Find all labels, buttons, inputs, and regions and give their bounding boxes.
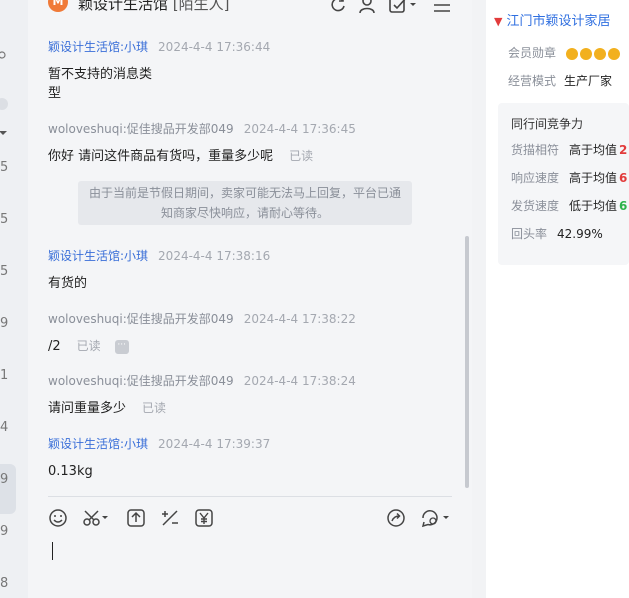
list-count: 9 (0, 472, 9, 487)
link-icon (0, 51, 6, 59)
read-status: 已读 (142, 401, 167, 415)
message: woloveshuqi:促佳搜品开发部049 2024-4-4 17:38:22 … (48, 310, 356, 356)
message: woloveshuqi:促佳搜品开发部049 2024-4-4 17:38:24 … (48, 372, 356, 418)
chat-settings-icon[interactable] (420, 508, 452, 528)
timestamp: 2024-4-4 17:39:37 (158, 437, 271, 451)
input-toolbar (48, 508, 452, 530)
emoji-icon[interactable] (48, 508, 68, 528)
message: woloveshuqi:促佳搜品开发部049 2024-4-4 17:36:45 … (48, 120, 356, 166)
list-dot (0, 98, 8, 110)
message-input-caret[interactable] (52, 542, 53, 560)
competition-title: 同行间竞争力 (511, 117, 584, 131)
list-count: 9 (0, 524, 9, 539)
message-text: 0.13kg (48, 464, 93, 479)
sender-name[interactable]: woloveshuqi:促佳搜品开发部049 (48, 122, 234, 136)
member-medals (564, 46, 621, 60)
yen-icon[interactable] (194, 508, 214, 528)
shop-logo-icon: M (48, 0, 68, 12)
chat-header: M 颖设计生活馆 [陌生人] (28, 0, 472, 22)
timestamp: 2024-4-4 17:38:22 (243, 312, 356, 326)
chat-scrollbar[interactable] (465, 236, 469, 488)
competition-row: 货描相符 高于均值 2 (511, 143, 628, 157)
conversation-list-strip: 5 5 5 9 1 4 9 9 8 (0, 0, 28, 598)
message-text: 有货的 (48, 276, 88, 291)
message: 颖设计生活馆:小琪 2024-4-4 17:38:16 有货的 (48, 247, 270, 293)
message: 颖设计生活馆:小琪 2024-4-4 17:36:44 暂不支持的消息类型 (48, 38, 270, 103)
holiday-notice: 由于当前是节假日期间，卖家可能无法马上回复，平台已通 知商家尽快响应，请耐心等待… (78, 181, 412, 225)
message: 颖设计生活馆:小琪 2024-4-4 17:39:37 0.13kg (48, 435, 270, 481)
medal-icon (580, 47, 593, 60)
share-icon[interactable] (386, 508, 406, 528)
competition-row: 发货速度 低于均值 6 (511, 199, 628, 213)
more-icon[interactable]: ··· (114, 339, 129, 354)
ratio-icon[interactable] (160, 508, 180, 528)
chat-title: 颖设计生活馆 [陌生人] (78, 0, 230, 14)
refresh-icon[interactable] (328, 0, 348, 15)
menu-icon[interactable] (432, 0, 452, 15)
info-row-medal: 会员勋章 (508, 44, 621, 61)
caret-down-icon (0, 131, 7, 135)
sender-name[interactable]: woloveshuqi:促佳搜品开发部049 (48, 312, 234, 326)
company-link[interactable]: ▼ 江门市颖设计家居 (494, 10, 610, 29)
sender-name[interactable]: 颖设计生活馆:小琪 (48, 249, 148, 263)
timestamp: 2024-4-4 17:38:16 (158, 249, 271, 263)
sender-name[interactable]: 颖设计生活馆:小琪 (48, 437, 148, 451)
timestamp: 2024-4-4 17:38:24 (243, 374, 356, 388)
competition-row: 回头率 42.99% (511, 227, 603, 241)
shop-flag-icon: ▼ (494, 15, 503, 28)
message-text: 请问重量多少 已读 (48, 401, 167, 416)
message-text: /2 已读 ··· (48, 337, 356, 356)
list-count: 9 (0, 316, 9, 331)
shop-name: 颖设计生活馆 (78, 0, 169, 13)
user-icon[interactable] (358, 0, 378, 15)
timestamp: 2024-4-4 17:36:44 (158, 40, 271, 54)
timestamp: 2024-4-4 17:36:45 (243, 122, 356, 136)
read-status: 已读 (76, 339, 101, 353)
list-count: 5 (0, 212, 9, 227)
medal-icon (566, 47, 579, 60)
list-count: 4 (0, 420, 9, 435)
list-count: 5 (0, 264, 9, 279)
stranger-tag: [陌生人] (172, 0, 230, 13)
competition-row: 响应速度 高于均值 6 (511, 171, 628, 185)
scissors-icon[interactable] (82, 508, 110, 528)
list-count: 1 (0, 368, 9, 383)
list-count: 8 (0, 576, 9, 591)
shop-info-panel: ▼ 江门市颖设计家居 会员勋章 经营模式 生产厂家 同行间竞争力 货描相符 高于均值 2… (486, 0, 629, 598)
sender-name[interactable]: woloveshuqi:促佳搜品开发部049 (48, 374, 234, 388)
info-row-business-mode: 经营模式 生产厂家 (508, 74, 613, 88)
competition-box: 同行间竞争力 货描相符 高于均值 2 响应速度 高于均值 6 发货速度 低于均值 6 回头率… (498, 103, 629, 265)
chat-panel: M 颖设计生活馆 [陌生人] 颖设计生活馆:小琪 2024-4-4 17:36:4… (28, 0, 472, 598)
input-divider (48, 496, 452, 497)
message-text: 暂不支持的消息类型 (48, 67, 153, 101)
sender-name[interactable]: 颖设计生活馆:小琪 (48, 40, 148, 54)
read-status: 已读 (289, 149, 314, 163)
message-text: 你好 请问这件商品有货吗，重量多少呢 已读 (48, 149, 314, 164)
medal-icon (608, 47, 621, 60)
medal-icon (594, 47, 607, 60)
upload-icon[interactable] (126, 508, 146, 528)
list-count: 5 (0, 160, 9, 175)
check-icon[interactable] (388, 0, 418, 15)
